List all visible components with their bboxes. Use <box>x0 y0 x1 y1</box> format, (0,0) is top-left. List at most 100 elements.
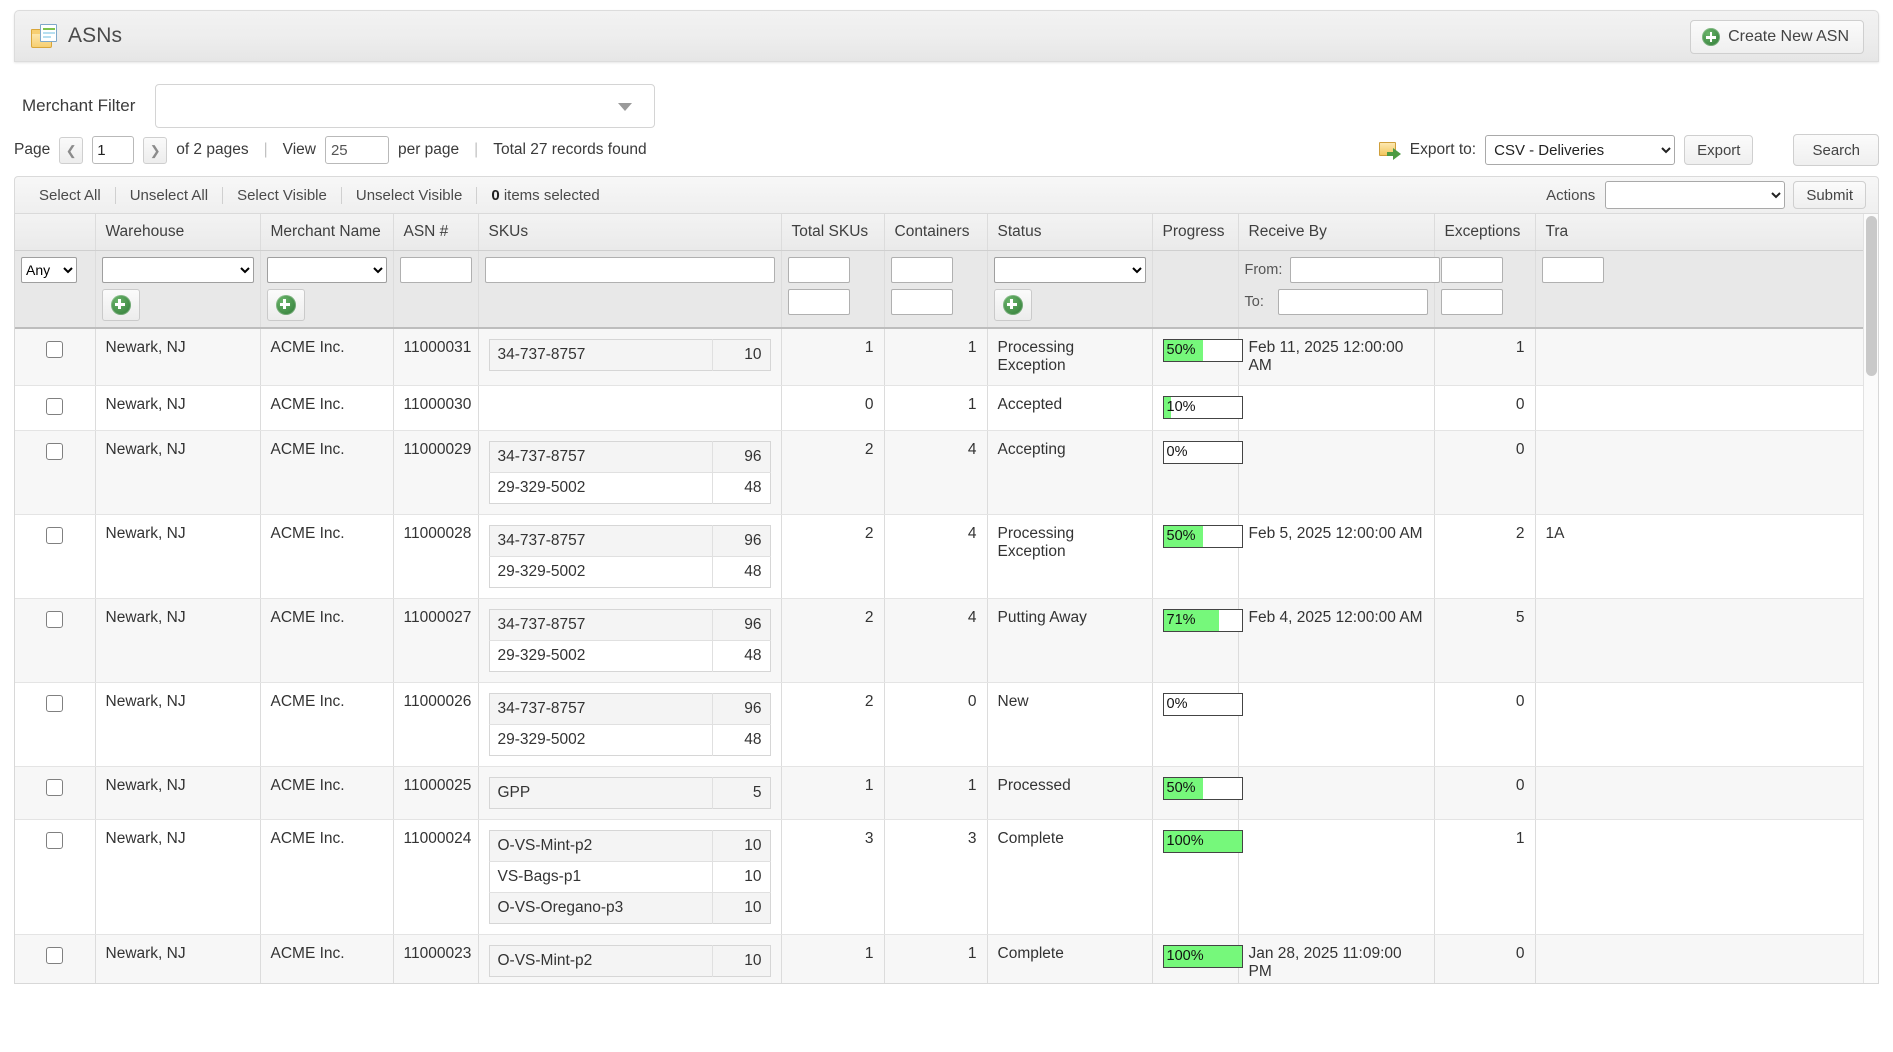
table-row[interactable]: Newark, NJACME Inc.1100002934-737-875796… <box>15 431 1879 515</box>
cell-skus: 34-737-87579629-329-500248 <box>478 599 781 683</box>
sku-quantity: 10 <box>712 831 770 862</box>
row-checkbox[interactable] <box>46 341 63 358</box>
progress-bar: 0% <box>1163 693 1243 716</box>
row-checkbox[interactable] <box>46 832 63 849</box>
header-status[interactable]: Status <box>987 214 1152 251</box>
header-containers[interactable]: Containers <box>884 214 987 251</box>
cell-containers: 1 <box>884 935 987 985</box>
table-row[interactable]: Newark, NJACME Inc.1100002634-737-875796… <box>15 683 1879 767</box>
header-exceptions[interactable]: Exceptions <box>1434 214 1535 251</box>
sku-quantity: 96 <box>712 610 770 641</box>
filter-any-select[interactable]: Any <box>21 257 77 283</box>
row-checkbox[interactable] <box>46 779 63 796</box>
create-new-asn-button[interactable]: Create New ASN <box>1690 20 1864 54</box>
filter-skus-input[interactable] <box>485 257 775 283</box>
table-row[interactable]: Newark, NJACME Inc.11000025GPP511Process… <box>15 767 1879 820</box>
progress-bar: 100% <box>1163 830 1243 853</box>
table-row[interactable]: Newark, NJACME Inc.1100002734-737-875796… <box>15 599 1879 683</box>
row-checkbox[interactable] <box>46 527 63 544</box>
progress-bar-label: 50% <box>1164 342 1196 358</box>
filter-merchant-add-button[interactable] <box>267 289 305 321</box>
filter-warehouse-add-button[interactable] <box>102 289 140 321</box>
filter-asn-input[interactable] <box>400 257 472 283</box>
cell-warehouse: Newark, NJ <box>95 820 260 935</box>
sku-row: 29-329-500248 <box>489 473 770 504</box>
header-progress[interactable]: Progress <box>1152 214 1238 251</box>
divider: | <box>468 141 484 159</box>
cell-asn-number: 11000031 <box>393 328 478 386</box>
cell-receive-by: Feb 4, 2025 12:00:00 AM <box>1238 599 1434 683</box>
search-button[interactable]: Search <box>1793 134 1879 166</box>
cell-tracking <box>1535 935 1879 985</box>
table-row[interactable]: Newark, NJACME Inc.1100002834-737-875796… <box>15 515 1879 599</box>
sku-row: 34-737-875796 <box>489 442 770 473</box>
header-asn-number[interactable]: ASN # <box>393 214 478 251</box>
filter-merchant-select[interactable] <box>267 257 387 283</box>
row-checkbox[interactable] <box>46 398 63 415</box>
vertical-scrollbar[interactable] <box>1863 214 1878 983</box>
filter-status-select[interactable] <box>994 257 1146 283</box>
select-visible-link[interactable]: Select Visible <box>223 187 341 204</box>
filter-total-skus-max-input[interactable] <box>788 289 850 315</box>
submit-button[interactable]: Submit <box>1793 181 1866 209</box>
cell-total-skus: 2 <box>781 515 884 599</box>
table-row[interactable]: Newark, NJACME Inc.11000024O-VS-Mint-p21… <box>15 820 1879 935</box>
table-row[interactable]: Newark, NJACME Inc.1100003134-737-875710… <box>15 328 1879 386</box>
header-receive-by[interactable]: Receive By <box>1238 214 1434 251</box>
header-merchant-name[interactable]: Merchant Name <box>260 214 393 251</box>
next-page-button[interactable]: ❯ <box>143 137 167 164</box>
cell-total-skus: 2 <box>781 431 884 515</box>
filter-warehouse-select[interactable] <box>102 257 254 283</box>
cell-skus: O-VS-Mint-p210 <box>478 935 781 985</box>
filter-total-skus-min-input[interactable] <box>788 257 850 283</box>
cell-exceptions: 1 <box>1434 328 1535 386</box>
cell-status: Complete <box>987 820 1152 935</box>
export-format-select[interactable]: CSV - Deliveries <box>1485 135 1675 165</box>
filter-receive-from-input[interactable] <box>1290 257 1440 283</box>
cell-status: Complete <box>987 935 1152 985</box>
filter-status-add-button[interactable] <box>994 289 1032 321</box>
sku-code: GPP <box>489 778 712 809</box>
merchant-filter-select[interactable] <box>155 84 655 128</box>
cell-skus: 34-737-87579629-329-500248 <box>478 683 781 767</box>
row-checkbox[interactable] <box>46 611 63 628</box>
merchant-filter-row: Merchant Filter <box>0 62 1893 128</box>
pagination-toolbar: Page ❮ ❯ of 2 pages | View per page | To… <box>0 128 1893 172</box>
cell-receive-by <box>1238 386 1434 431</box>
header-warehouse[interactable]: Warehouse <box>95 214 260 251</box>
table-row[interactable]: Newark, NJACME Inc.1100003001Accepted10%… <box>15 386 1879 431</box>
cell-total-skus: 1 <box>781 328 884 386</box>
page-number-input[interactable] <box>92 136 134 164</box>
cell-merchant-name: ACME Inc. <box>260 515 393 599</box>
sku-code: O-VS-Mint-p2 <box>489 946 712 977</box>
export-button[interactable]: Export <box>1684 135 1753 165</box>
row-checkbox[interactable] <box>46 947 63 964</box>
filter-containers-min-input[interactable] <box>891 257 953 283</box>
filter-tracking-input[interactable] <box>1542 257 1604 283</box>
cell-asn-number: 11000026 <box>393 683 478 767</box>
select-all-link[interactable]: Select All <box>25 187 115 204</box>
header-skus[interactable]: SKUs <box>478 214 781 251</box>
filter-exceptions-min-input[interactable] <box>1441 257 1503 283</box>
cell-containers: 4 <box>884 515 987 599</box>
row-checkbox[interactable] <box>46 695 63 712</box>
scrollbar-thumb[interactable] <box>1866 216 1877 376</box>
header-tracking[interactable]: Tra <box>1535 214 1879 251</box>
row-checkbox-cell <box>15 328 95 386</box>
filter-exceptions-max-input[interactable] <box>1441 289 1503 315</box>
filter-any-cell: Any <box>15 251 95 329</box>
per-page-input[interactable] <box>325 136 389 164</box>
cell-tracking <box>1535 767 1879 820</box>
filter-receive-to-input[interactable] <box>1278 289 1428 315</box>
progress-bar-label: 100% <box>1164 833 1204 849</box>
unselect-visible-link[interactable]: Unselect Visible <box>342 187 476 204</box>
sku-row: O-VS-Oregano-p310 <box>489 893 770 924</box>
items-selected-suffix: items selected <box>504 187 600 204</box>
prev-page-button[interactable]: ❮ <box>59 137 83 164</box>
filter-containers-max-input[interactable] <box>891 289 953 315</box>
header-total-skus[interactable]: Total SKUs <box>781 214 884 251</box>
row-checkbox[interactable] <box>46 443 63 460</box>
actions-select[interactable] <box>1605 181 1785 209</box>
table-row[interactable]: Newark, NJACME Inc.11000023O-VS-Mint-p21… <box>15 935 1879 985</box>
unselect-all-link[interactable]: Unselect All <box>116 187 222 204</box>
